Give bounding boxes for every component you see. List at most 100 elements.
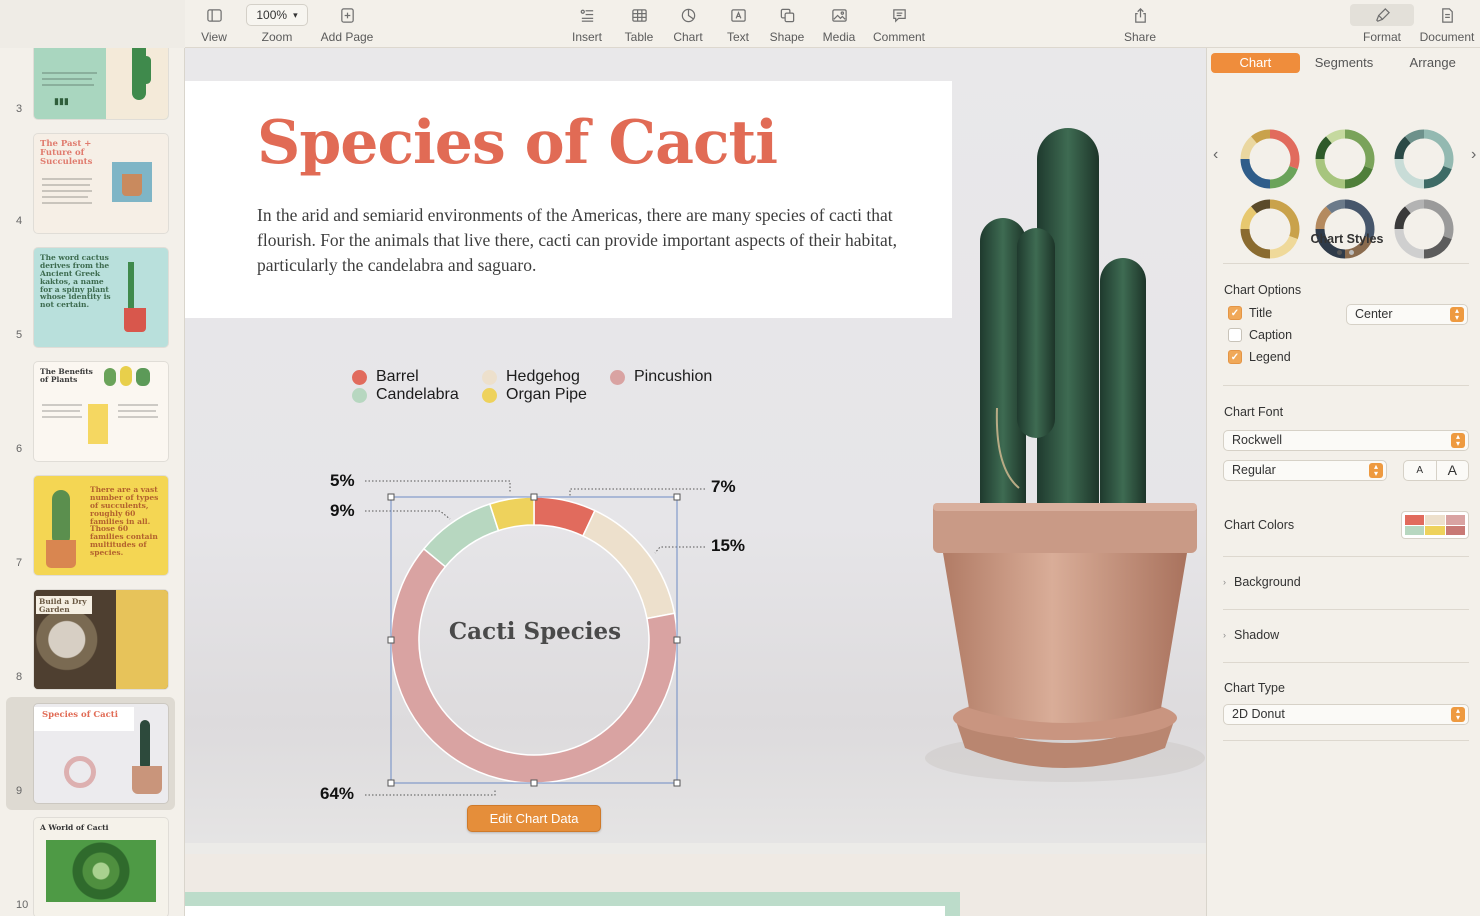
zoom-control[interactable]: 100% ▾ Zoom: [245, 4, 309, 46]
font-family-popup[interactable]: Rockwell ▴ ▾: [1223, 430, 1469, 451]
styles-page-indicator[interactable]: [1337, 250, 1354, 255]
resize-handle[interactable]: [530, 493, 538, 501]
thumbnail-image: A World of Cacti: [34, 818, 168, 916]
page-10-preview: [185, 854, 1206, 916]
style-segment: [1394, 206, 1412, 230]
resize-handle[interactable]: [673, 493, 681, 501]
add-page-icon: [333, 4, 361, 26]
thumbnail-image: The Past + Future of Succulents: [34, 134, 168, 233]
color-chip: [1405, 525, 1425, 535]
data-label-barrel: 7%: [711, 477, 736, 496]
cactus-photo[interactable]: [925, 108, 1206, 788]
view-button[interactable]: View: [199, 4, 229, 46]
font-size-buttons: A A: [1403, 460, 1469, 481]
color-chip: [1445, 515, 1465, 525]
chart-styles-grid: ‹ ›: [1207, 86, 1480, 259]
format-button[interactable]: Format: [1350, 4, 1414, 46]
caption-checkbox[interactable]: [1228, 328, 1242, 342]
insert-button[interactable]: Insert: [567, 4, 607, 46]
leader-line: [365, 480, 511, 493]
chart-style-2[interactable]: [1314, 128, 1376, 190]
chart-legend[interactable]: Barrel Hedgehog Pincushion Candelabra Or…: [350, 366, 770, 410]
chart-type-popup[interactable]: 2D Donut ▴ ▾: [1223, 704, 1469, 725]
shape-button[interactable]: Shape: [767, 4, 807, 46]
background-disclosure[interactable]: › Background: [1223, 575, 1301, 589]
zoom-popup[interactable]: 100% ▾: [246, 4, 308, 26]
comment-button[interactable]: Comment: [870, 4, 928, 46]
text-box-icon: [724, 4, 752, 26]
resize-handle[interactable]: [387, 493, 395, 501]
leader-line: [569, 488, 705, 497]
chart-colors-label: Chart Colors: [1224, 518, 1295, 532]
title-checkbox[interactable]: ✓: [1228, 306, 1242, 320]
toolbar-left-area: [0, 0, 185, 48]
shadow-disclosure[interactable]: › Shadow: [1223, 628, 1279, 642]
font-style-popup[interactable]: Regular ▴ ▾: [1223, 460, 1387, 481]
stepper-icon: ▴ ▾: [1451, 707, 1465, 722]
style-segment: [1423, 165, 1452, 189]
color-chip: [1425, 515, 1445, 525]
chevron-right-icon[interactable]: ›: [1471, 146, 1476, 164]
table-button[interactable]: Table: [620, 4, 658, 46]
tab-arrange[interactable]: Arrange: [1388, 53, 1477, 73]
media-button[interactable]: Media: [819, 4, 859, 46]
style-segment: [1251, 199, 1271, 214]
donut-segment-candelabra[interactable]: [422, 503, 500, 568]
chevron-left-icon[interactable]: ‹: [1213, 146, 1218, 164]
text-button[interactable]: Text: [720, 4, 756, 46]
chart-style-4[interactable]: [1239, 198, 1301, 260]
chart-type-label: Chart Type: [1224, 681, 1285, 695]
title-position-popup[interactable]: Center ▴ ▾: [1346, 304, 1468, 325]
tab-segments[interactable]: Segments: [1300, 53, 1389, 73]
increase-font-button[interactable]: A: [1437, 461, 1469, 480]
edit-chart-data-button[interactable]: Edit Chart Data: [467, 805, 601, 832]
donut-segment-organ-pipe[interactable]: [488, 496, 535, 532]
color-chip: [1425, 525, 1445, 535]
leader-line: [365, 789, 496, 796]
tab-chart[interactable]: Chart: [1211, 53, 1300, 73]
legend-checkbox[interactable]: ✓: [1228, 350, 1242, 364]
style-segment: [1269, 165, 1298, 189]
style-segment: [1394, 136, 1412, 160]
chart-style-6[interactable]: [1393, 198, 1455, 260]
add-page-button[interactable]: Add Page: [318, 4, 376, 46]
legend-swatch: [352, 387, 367, 403]
legend-swatch: [610, 369, 625, 385]
data-label-pincushion: 64%: [320, 784, 355, 803]
resize-handle[interactable]: [387, 779, 395, 787]
stepper-icon: ▴ ▾: [1369, 463, 1383, 478]
style-segment: [1315, 158, 1346, 189]
page-thumbnails-sidebar[interactable]: 3 ▮▮▮ 4 The Past + Future of Succulents …: [0, 48, 185, 916]
table-icon: [625, 4, 653, 26]
resize-handle[interactable]: [673, 779, 681, 787]
body-text[interactable]: In the arid and semiarid environments of…: [257, 203, 897, 278]
leader-line: [365, 510, 451, 520]
option-title[interactable]: ✓ Title: [1228, 306, 1272, 320]
thumbnail-image: ▮▮▮: [34, 48, 168, 119]
donut-segment-hedgehog[interactable]: [581, 509, 676, 620]
page-title[interactable]: Species of Cacti: [257, 108, 778, 178]
leader-line: [654, 546, 705, 554]
style-segment: [1344, 165, 1373, 189]
document-button[interactable]: Document: [1418, 4, 1476, 46]
legend-item-candelabra: Candelabra: [352, 386, 459, 404]
page-gap: [185, 843, 1206, 854]
style-segment: [1315, 136, 1333, 160]
chart-style-3[interactable]: [1393, 128, 1455, 190]
legend-swatch: [482, 387, 497, 403]
chart-button[interactable]: Chart: [670, 4, 706, 46]
option-caption[interactable]: Caption: [1228, 328, 1292, 342]
document-canvas[interactable]: Species of Cacti In the arid and semiari…: [185, 48, 1206, 916]
style-segment: [1240, 206, 1258, 230]
chart-style-1[interactable]: [1239, 128, 1301, 190]
chart-font-label: Chart Font: [1224, 405, 1284, 419]
comment-icon: [885, 4, 913, 26]
photo-icon: [825, 4, 853, 26]
share-button[interactable]: Share: [1120, 4, 1160, 46]
format-inspector: Chart Segments Arrange ‹ › Chart Styles …: [1206, 48, 1480, 916]
decrease-font-button[interactable]: A: [1404, 461, 1437, 480]
style-segment: [1405, 199, 1425, 214]
chart-colors-swatch[interactable]: [1401, 511, 1469, 539]
resize-handle[interactable]: [530, 779, 538, 787]
option-legend[interactable]: ✓ Legend: [1228, 350, 1291, 364]
